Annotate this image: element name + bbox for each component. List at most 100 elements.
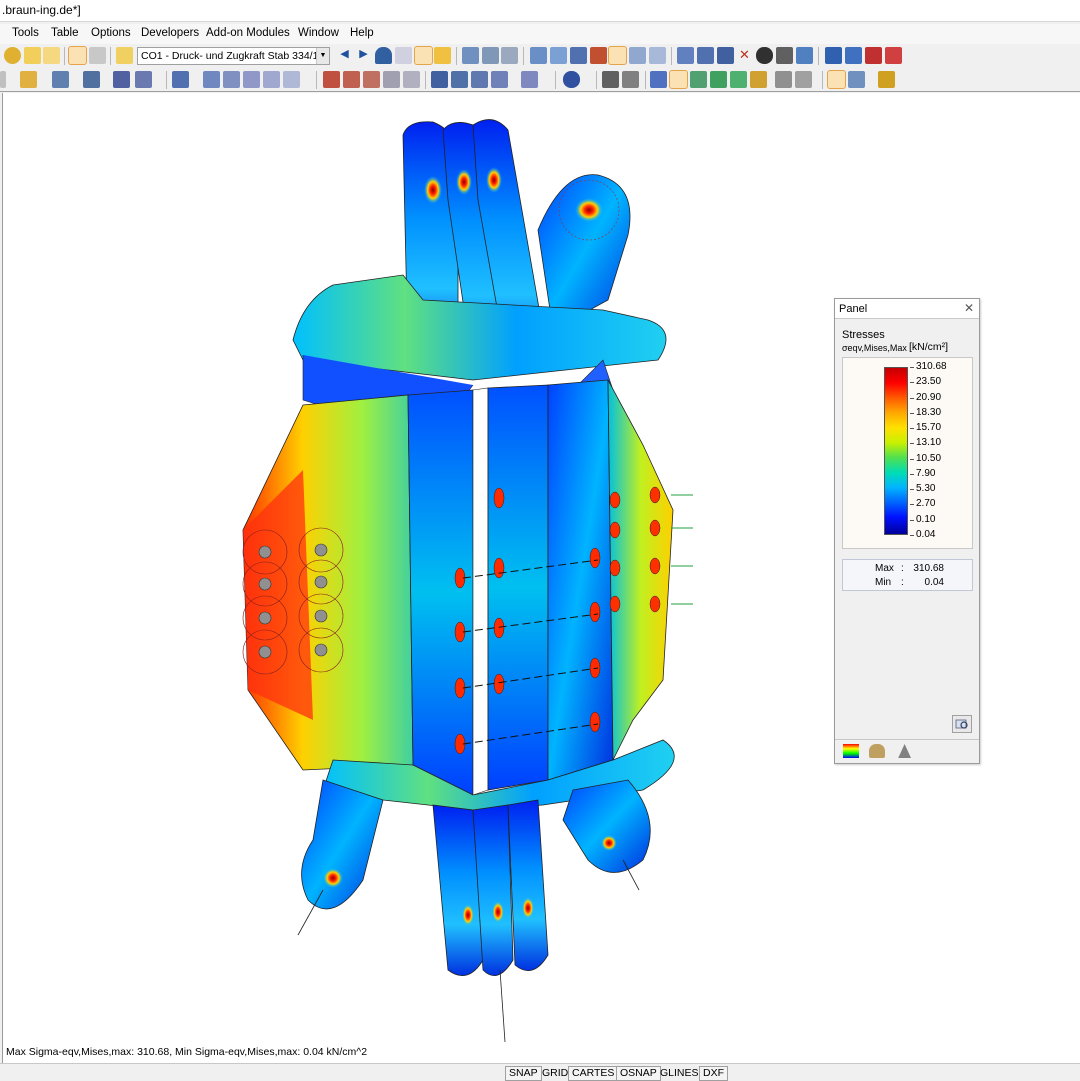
menu-add-on-modules[interactable]: Add-on Modules — [206, 27, 290, 39]
loadcase-select[interactable]: CO1 - Druck- und Zugkraft Stab 334/1 ▼ — [137, 47, 330, 65]
zoom-all-icon[interactable] — [223, 71, 240, 88]
isolines-icon[interactable] — [690, 71, 707, 88]
members-icon[interactable] — [570, 47, 587, 64]
screenshot-icon[interactable] — [776, 47, 793, 64]
scale-tick — [910, 489, 914, 491]
deformation-icon[interactable] — [395, 47, 412, 64]
rotate-icon[interactable] — [521, 71, 538, 88]
axis-z-icon[interactable] — [471, 71, 488, 88]
check-icon[interactable] — [878, 71, 895, 88]
color-scale-icon[interactable] — [669, 70, 688, 89]
menu-tools[interactable]: Tools — [12, 27, 39, 39]
status-message: Max Sigma-eqv,Mises,max: 310.68, Min Sig… — [6, 1046, 368, 1058]
wireframe-icon[interactable] — [602, 71, 619, 88]
toolbar-grip[interactable] — [0, 71, 6, 88]
scale-value: 10.50 — [916, 452, 942, 464]
result-view-icon[interactable] — [414, 46, 433, 65]
isosurface-icon[interactable] — [710, 71, 727, 88]
new-node-icon[interactable] — [20, 71, 37, 88]
glines-toggle[interactable]: GLINES — [656, 1066, 703, 1081]
grid-view-icon[interactable] — [89, 47, 106, 64]
chevron-down-icon[interactable]: ▼ — [316, 48, 329, 64]
sections-icon[interactable] — [649, 47, 666, 64]
axis-y-icon[interactable] — [451, 71, 468, 88]
solid-model-icon[interactable] — [622, 71, 639, 88]
new-solid-icon[interactable] — [135, 71, 152, 88]
deformed-icon[interactable] — [650, 71, 667, 88]
tab-filter-icon[interactable] — [898, 744, 911, 758]
menu-options[interactable]: Options — [91, 27, 131, 39]
surfaces-icon[interactable] — [608, 46, 627, 65]
dimension-icon[interactable] — [677, 47, 694, 64]
color-scale[interactable]: 310.68 23.50 20.90 18.30 15.70 13.10 10.50 7.90… — [842, 357, 973, 549]
solids-icon[interactable] — [629, 47, 646, 64]
zoom-window-icon[interactable] — [203, 71, 220, 88]
new-member-icon[interactable] — [83, 71, 100, 88]
menu-developers[interactable]: Developers — [141, 27, 199, 39]
axis-x-icon[interactable] — [431, 71, 448, 88]
marker-icon[interactable] — [885, 47, 902, 64]
view-y-icon[interactable] — [343, 71, 360, 88]
display-properties-icon[interactable] — [848, 71, 865, 88]
print-graphic-icon[interactable] — [501, 47, 518, 64]
supports-icon[interactable] — [590, 47, 607, 64]
table-icon[interactable] — [68, 46, 87, 65]
settings-icon[interactable] — [796, 47, 813, 64]
select-icon[interactable] — [172, 71, 189, 88]
layers-icon[interactable] — [750, 71, 767, 88]
isometric-icon[interactable] — [383, 71, 400, 88]
central-box — [407, 379, 614, 796]
previous-icon[interactable]: ◀ — [336, 47, 353, 64]
mesh-icon[interactable] — [530, 47, 547, 64]
section-cut-icon[interactable] — [730, 71, 747, 88]
zoom-in-icon[interactable] — [243, 71, 260, 88]
panel-header[interactable]: Panel ✕ — [835, 299, 979, 319]
close-icon[interactable]: ✕ — [964, 301, 974, 315]
folder-icon[interactable] — [43, 47, 60, 64]
results-panel[interactable]: Panel ✕ Stresses σeqv,Mises,Max [kN/cm²]… — [834, 298, 980, 764]
camera-icon[interactable] — [756, 47, 773, 64]
cartes-toggle[interactable]: CARTES — [568, 1066, 619, 1081]
values-icon[interactable] — [434, 47, 451, 64]
show-results-icon[interactable] — [375, 47, 392, 64]
osnap-toggle[interactable]: OSNAP — [616, 1066, 661, 1081]
next-icon[interactable]: ▶ — [355, 47, 372, 64]
print-icon[interactable] — [482, 47, 499, 64]
menu-help[interactable]: Help — [350, 27, 374, 39]
min-colon: : — [901, 577, 904, 588]
panel-toggle-icon[interactable] — [827, 70, 846, 89]
snap-toggle[interactable]: SNAP — [505, 1066, 542, 1081]
visibility-icon[interactable] — [775, 71, 792, 88]
export-icon[interactable] — [825, 47, 842, 64]
results-icon[interactable] — [4, 47, 21, 64]
dxf-toggle[interactable]: DXF — [699, 1066, 728, 1081]
perspective-icon[interactable] — [403, 71, 420, 88]
nodes-icon[interactable] — [550, 47, 567, 64]
triangle-icon[interactable] — [717, 47, 734, 64]
animation-icon[interactable] — [462, 47, 479, 64]
toolbar-separator — [596, 71, 597, 89]
tab-color-scale-icon[interactable] — [843, 744, 859, 758]
view-z-icon[interactable] — [363, 71, 380, 88]
title-bar: .braun-ing.de*] — [0, 0, 1080, 22]
pin-icon[interactable] — [865, 47, 882, 64]
menu-table[interactable]: Table — [51, 27, 79, 39]
edit-icon[interactable] — [24, 47, 41, 64]
loads-icon[interactable] — [116, 47, 133, 64]
toolbar-separator — [456, 47, 457, 65]
zoom-to-value-button[interactable] — [952, 715, 972, 733]
view-x-icon[interactable] — [323, 71, 340, 88]
angle-icon[interactable] — [697, 47, 714, 64]
zoom-out-icon[interactable] — [263, 71, 280, 88]
new-line-icon[interactable] — [52, 71, 69, 88]
render-icon[interactable] — [563, 71, 580, 88]
new-surface-icon[interactable] — [113, 71, 130, 88]
axis-minus-x-icon[interactable] — [491, 71, 508, 88]
menu-window[interactable]: Window — [298, 27, 339, 39]
pan-icon[interactable] — [283, 71, 300, 88]
guide-lines-icon[interactable] — [795, 71, 812, 88]
tab-factors-icon[interactable] — [869, 744, 885, 758]
scale-value: 5.30 — [916, 483, 936, 495]
delete-icon[interactable]: ✕ — [736, 47, 753, 64]
import-icon[interactable] — [845, 47, 862, 64]
